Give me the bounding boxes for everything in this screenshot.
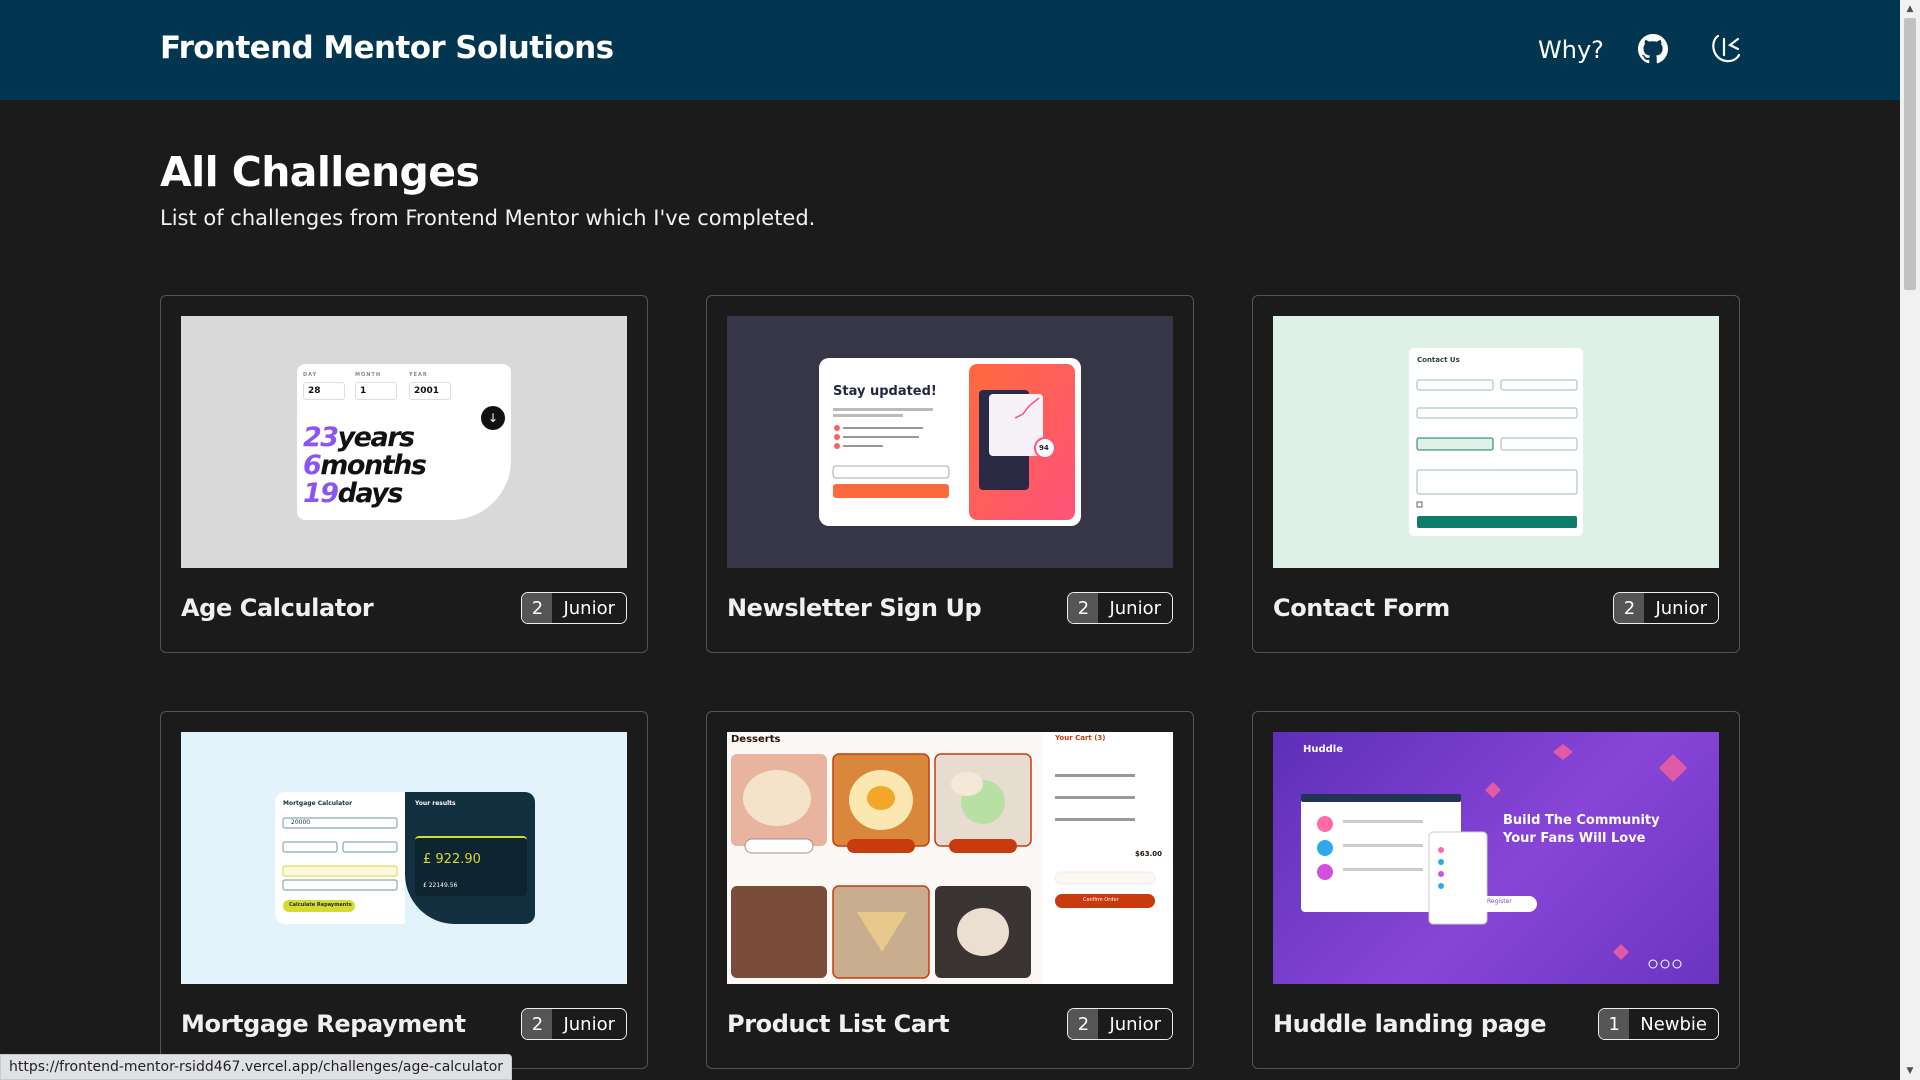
newsletter-illustration bbox=[832, 364, 1075, 520]
calculate-button-label: Calculate Repayments bbox=[289, 902, 352, 908]
huddle-headline: Build The Community Your Fans Will Love bbox=[1503, 813, 1660, 846]
challenge-thumbnail: Contact Us bbox=[1273, 316, 1719, 568]
challenge-card-contact-form[interactable]: Contact Us Contact Form 2 Junior bbox=[1252, 295, 1740, 653]
status-bar-url: https://frontend-mentor-rsidd467.vercel.… bbox=[0, 1054, 513, 1080]
challenge-thumbnail: Mortgage Calculator 20000 Calculate Repa… bbox=[181, 732, 627, 984]
challenge-card-mortgage-repayment[interactable]: Mortgage Calculator 20000 Calculate Repa… bbox=[160, 711, 648, 1069]
challenge-name: Mortgage Repayment bbox=[181, 1010, 466, 1038]
difficulty-level: Newbie bbox=[1629, 1009, 1718, 1039]
difficulty-badge: 2 Junior bbox=[1613, 592, 1719, 624]
scroll-up-icon[interactable]: ▲ bbox=[1904, 3, 1916, 15]
theme-toggle-icon[interactable] bbox=[1708, 33, 1742, 69]
confirm-order-label: Confirm Order bbox=[1083, 897, 1119, 903]
challenge-name: Contact Form bbox=[1273, 594, 1450, 622]
difficulty-badge: 1 Newbie bbox=[1598, 1008, 1719, 1040]
challenge-thumbnail: Huddle Build The Community Your Fans Wil… bbox=[1273, 732, 1719, 984]
amount-value: 20000 bbox=[291, 819, 311, 826]
day-input: 28 bbox=[303, 382, 345, 400]
score-badge: 94 bbox=[1039, 444, 1049, 452]
days-result: 19days bbox=[303, 478, 403, 509]
difficulty-number: 2 bbox=[1068, 1009, 1099, 1039]
month-input: 1 bbox=[355, 382, 397, 400]
challenge-name: Newsletter Sign Up bbox=[727, 594, 982, 622]
difficulty-level: Junior bbox=[552, 593, 626, 623]
results-heading: Your results bbox=[415, 800, 456, 807]
register-button-label: Register bbox=[1487, 898, 1512, 905]
challenge-name: Huddle landing page bbox=[1273, 1010, 1547, 1038]
arrow-down-icon: ↓ bbox=[481, 406, 505, 430]
scroll-down-icon[interactable]: ▼ bbox=[1904, 1065, 1916, 1077]
challenge-name: Product List Cart bbox=[727, 1010, 950, 1038]
difficulty-badge: 2 Junior bbox=[1067, 1008, 1173, 1040]
day-label: DAY bbox=[303, 372, 318, 378]
page-subtitle: List of challenges from Frontend Mentor … bbox=[160, 206, 816, 230]
difficulty-badge: 2 Junior bbox=[1067, 592, 1173, 624]
difficulty-level: Junior bbox=[1098, 1009, 1172, 1039]
challenge-card-product-list-cart[interactable]: Desserts Your Cart (3) $63.00 Confirm Or… bbox=[706, 711, 1194, 1069]
years-result: 23years bbox=[303, 422, 415, 453]
difficulty-level: Junior bbox=[552, 1009, 626, 1039]
contact-form-illustration bbox=[1416, 379, 1578, 528]
difficulty-number: 2 bbox=[522, 1009, 553, 1039]
huddle-illustration bbox=[1301, 744, 1687, 969]
challenge-thumbnail: Desserts Your Cart (3) $63.00 Confirm Or… bbox=[727, 732, 1173, 984]
difficulty-number: 2 bbox=[1068, 593, 1099, 623]
challenge-thumbnail: DAY MONTH YEAR 28 1 2001 ↓ 23years 6mont… bbox=[181, 316, 627, 568]
order-total: $63.00 bbox=[1135, 850, 1163, 858]
challenge-card-age-calculator[interactable]: DAY MONTH YEAR 28 1 2001 ↓ 23years 6mont… bbox=[160, 295, 648, 653]
challenge-card-huddle[interactable]: Huddle Build The Community Your Fans Wil… bbox=[1252, 711, 1740, 1069]
month-label: MONTH bbox=[355, 372, 382, 378]
difficulty-badge: 2 Junior bbox=[521, 1008, 627, 1040]
scrollbar-thumb[interactable] bbox=[1904, 18, 1916, 290]
monthly-repayment: £ 922.90 bbox=[423, 852, 481, 867]
challenge-card-newsletter[interactable]: Stay updated! 94 Newsletter Sign Up 2 Ju… bbox=[706, 295, 1194, 653]
year-label: YEAR bbox=[409, 372, 428, 378]
difficulty-level: Junior bbox=[1098, 593, 1172, 623]
why-link[interactable]: Why? bbox=[1538, 36, 1604, 64]
top-navbar: Frontend Mentor Solutions Why? bbox=[0, 0, 1900, 100]
github-icon[interactable] bbox=[1638, 33, 1668, 69]
difficulty-level: Junior bbox=[1644, 593, 1718, 623]
site-brand[interactable]: Frontend Mentor Solutions bbox=[160, 30, 614, 66]
page-title: All Challenges bbox=[160, 148, 480, 196]
challenge-name: Age Calculator bbox=[181, 594, 374, 622]
challenge-thumbnail: Stay updated! 94 bbox=[727, 316, 1173, 568]
difficulty-number: 2 bbox=[1614, 593, 1645, 623]
difficulty-number: 2 bbox=[522, 593, 553, 623]
months-result: 6months bbox=[303, 450, 427, 481]
difficulty-number: 1 bbox=[1599, 1009, 1630, 1039]
product-grid-illustration bbox=[731, 732, 1173, 984]
cart-heading: Your Cart (3) bbox=[1055, 734, 1106, 742]
difficulty-badge: 2 Junior bbox=[521, 592, 627, 624]
year-input: 2001 bbox=[409, 382, 451, 400]
total-repayment: £ 22149.56 bbox=[423, 882, 458, 889]
